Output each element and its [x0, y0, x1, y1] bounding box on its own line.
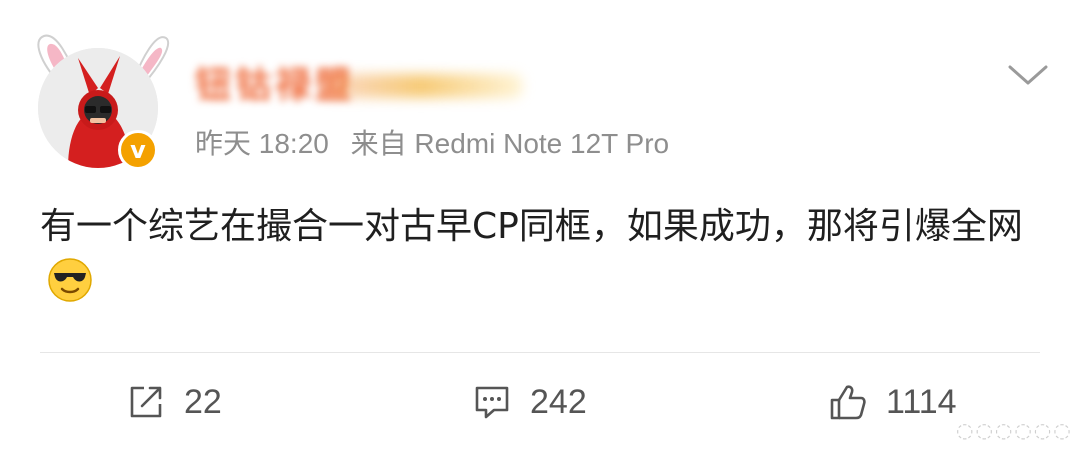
like-button[interactable]: 1114 — [828, 378, 957, 426]
repost-button[interactable]: 22 — [126, 378, 222, 426]
post-body: 有一个综艺在撮合一对古早CP同框，如果成功，那将引爆全网 — [40, 198, 1050, 314]
sunglasses-face-icon — [48, 258, 92, 302]
avatar[interactable]: v — [30, 22, 170, 170]
post-text: 有一个综艺在撮合一对古早CP同框，如果成功，那将引爆全网 — [40, 206, 1023, 247]
chevron-down-icon[interactable] — [1006, 62, 1050, 88]
weibo-post-card: v 钮钴禄盟 昨天 18:20 来自 Redmi Note 12T Pro 有一… — [0, 0, 1080, 456]
post-time: 昨天 18:20 — [195, 128, 329, 159]
comment-count: 242 — [530, 382, 587, 421]
comment-icon — [475, 386, 509, 419]
post-meta: 昨天 18:20 来自 Redmi Note 12T Pro — [195, 122, 683, 162]
thumbs-up-icon — [830, 385, 866, 420]
share-icon — [130, 386, 162, 418]
comment-button[interactable]: 242 — [472, 378, 587, 426]
like-count: 1114 — [886, 382, 957, 421]
post-source: 来自 Redmi Note 12T Pro — [350, 128, 670, 159]
watermark: ◌◌◌◌◌◌ — [956, 418, 1073, 442]
repost-count: 22 — [184, 382, 222, 421]
author-name-blur — [318, 74, 523, 98]
divider — [40, 352, 1040, 353]
verified-badge: v — [118, 130, 158, 170]
